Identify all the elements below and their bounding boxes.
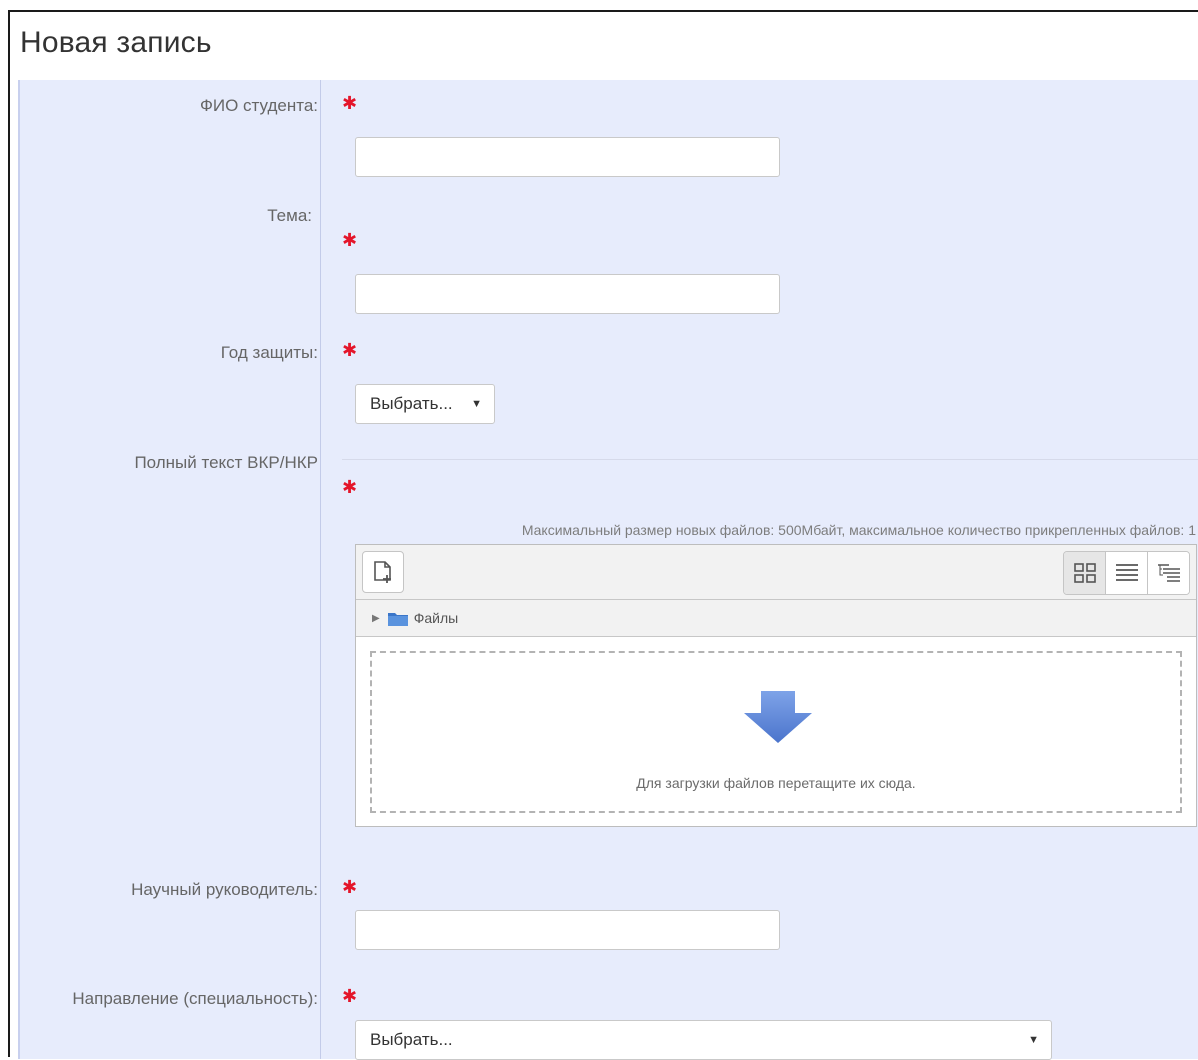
defense-year-selected: Выбрать... — [370, 394, 453, 413]
file-manager-toolbar — [356, 545, 1196, 600]
add-file-icon — [374, 561, 391, 583]
supervisor-input[interactable] — [355, 910, 780, 950]
label-column-divider — [320, 80, 321, 1059]
page-title: Новая запись — [20, 26, 212, 59]
topic-label: Тема: — [267, 206, 312, 225]
view-mode-toggle — [1063, 551, 1190, 595]
expand-triangle-icon[interactable]: ▶ — [372, 613, 380, 624]
grid-view-icon — [1073, 563, 1096, 583]
file-drop-zone[interactable]: Для загрузки файлов перетащите их сюда. — [370, 651, 1182, 813]
topic-required-icon: ✱ — [342, 230, 358, 250]
direction-selected: Выбрать... — [370, 1030, 453, 1049]
files-folder-label[interactable]: Файлы — [414, 610, 458, 626]
student-name-required-icon: ✱ — [342, 93, 358, 113]
add-file-button[interactable] — [362, 551, 404, 593]
supervisor-required-icon: ✱ — [342, 877, 358, 897]
direction-required-icon: ✱ — [342, 986, 358, 1006]
defense-year-select[interactable]: Выбрать... ▼ — [355, 384, 495, 424]
file-path-bar: ▶ Файлы — [356, 600, 1196, 637]
tree-view-icon — [1157, 564, 1180, 582]
list-view-button[interactable] — [1105, 552, 1147, 594]
full-text-required-icon: ✱ — [342, 477, 358, 497]
student-name-input[interactable] — [355, 137, 780, 177]
page-frame: Новая запись ФИО студента: ✱ Тема: ✱ Год… — [8, 10, 1198, 1060]
supervisor-label: Научный руководитель: — [131, 880, 318, 899]
defense-year-required-icon: ✱ — [342, 340, 358, 360]
tree-view-button[interactable] — [1147, 552, 1189, 594]
direction-select[interactable]: Выбрать... ▼ — [355, 1020, 1052, 1060]
folder-icon — [387, 612, 408, 626]
down-arrow-icon — [744, 691, 812, 743]
grid-view-button[interactable] — [1064, 552, 1105, 594]
record-form: ФИО студента: ✱ Тема: ✱ Год защиты: ✱ Вы… — [18, 80, 1198, 1060]
file-manager: ▶ Файлы Для загрузки файлов перетащите и… — [355, 544, 1197, 827]
chevron-down-icon: ▼ — [471, 398, 482, 410]
list-view-icon — [1115, 564, 1138, 581]
chevron-down-icon: ▼ — [1028, 1034, 1039, 1046]
defense-year-label: Год защиты: — [220, 343, 318, 362]
direction-label: Направление (специальность): — [72, 989, 318, 1008]
file-limits-info: Максимальный размер новых файлов: 500Мба… — [521, 522, 1196, 538]
topic-input[interactable] — [355, 274, 780, 314]
section-divider — [342, 459, 1198, 460]
full-text-label: Полный текст ВКР/НКР — [134, 453, 318, 472]
drop-zone-hint: Для загрузки файлов перетащите их сюда. — [636, 775, 916, 791]
student-name-label: ФИО студента: — [199, 96, 318, 115]
